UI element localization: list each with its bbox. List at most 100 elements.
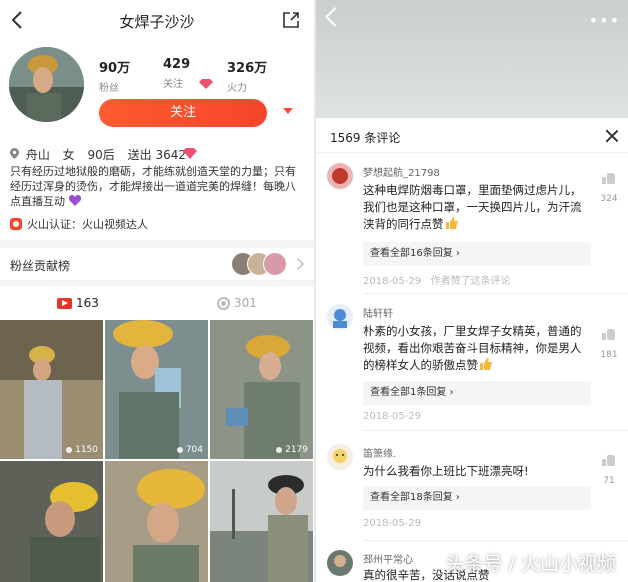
comments-header: 1569 条评论 — [316, 118, 628, 152]
comment-date-value: 2018-05-29 — [363, 276, 422, 287]
follow-button[interactable]: 关注 — [99, 99, 267, 127]
comment-date: 2018-05-29 作者赞了这条评论 — [363, 272, 511, 287]
section-divider — [0, 280, 314, 286]
comment-text: 这种电焊防烟毒口罩，里面垫俩过虑片儿，我们也是这种口罩，一天换四片儿，为汗流浃背… — [363, 182, 585, 233]
stat-value: 326万 — [227, 61, 268, 76]
diamond-icon — [199, 79, 213, 89]
reply-label: 查看全部1条回复 — [370, 387, 447, 398]
stat-fire[interactable]: 326万 火力 — [227, 57, 267, 94]
play-count-icon — [276, 447, 283, 453]
comment-date: 2018-05-29 — [363, 411, 422, 422]
profile-meta: 舟山 女 90后 送出 3642 — [10, 146, 195, 163]
avatar[interactable] — [327, 444, 353, 470]
thumbs-up-emoji-icon — [480, 358, 492, 370]
close-icon[interactable] — [606, 130, 618, 142]
avatar[interactable] — [327, 304, 353, 330]
like-button[interactable]: 324 — [598, 172, 620, 204]
avatar[interactable] — [327, 163, 353, 189]
stat-fans[interactable]: 90万 粉丝 — [99, 57, 130, 94]
play-count: 704 — [176, 445, 203, 455]
thumbs-up-emoji-icon — [445, 217, 458, 229]
play-count-value: 1150 — [75, 445, 98, 455]
video-background — [316, 0, 628, 118]
location-icon — [10, 148, 19, 159]
meta-gender: 女 — [62, 148, 75, 162]
chevron-right-icon[interactable] — [292, 258, 304, 270]
play-count-value: 2179 — [285, 445, 308, 455]
comment-author[interactable]: 笛箫缘. — [363, 445, 396, 460]
comments-screen: ••• 1569 条评论 梦想起航_21798 这种电焊防烟毒口罩，里面垫俩过虑… — [316, 0, 628, 582]
view-replies-button[interactable]: 查看全部1条回复 › — [363, 381, 591, 405]
comment-text: 为什么我看你上班比下班漂亮呀! — [363, 464, 529, 478]
video-thumbnail[interactable] — [105, 461, 208, 582]
comment-author[interactable]: 陆轩轩 — [363, 305, 393, 320]
play-count-value: 704 — [185, 445, 203, 455]
stat-value: 90万 — [99, 61, 131, 76]
video-thumbnail[interactable]: 1150 — [0, 320, 103, 459]
comment-count-title: 1569 条评论 — [330, 131, 401, 145]
like-button[interactable]: 71 — [598, 454, 620, 486]
fans-rank-label[interactable]: 粉丝贡献榜 — [10, 257, 70, 274]
video-icon — [57, 297, 72, 309]
tab-label: 301 — [234, 296, 257, 310]
profile-tabs: 163 301 — [0, 290, 314, 318]
play-count-icon — [176, 447, 183, 453]
video-thumbnail[interactable]: 704 — [105, 320, 208, 459]
reply-label: 查看全部16条回复 — [370, 248, 453, 259]
comment-text: 朴素的小女孩，厂里女焊子女精英，普通的视频，看出你艰苦奋斗目标精神，你是男人的榜… — [363, 323, 585, 374]
bio-text: 只有经历过地狱般的磨砺，才能练就创造天堂的力量；只有经历过浑身的烫伤，才能焊接出… — [10, 165, 296, 208]
record-icon — [217, 296, 230, 310]
video-thumbnail[interactable]: 2179 — [210, 320, 313, 459]
stat-value: 429 — [163, 57, 191, 72]
divider — [363, 430, 628, 431]
watermark: 头条号 / 火山小视频 — [445, 553, 616, 575]
dropdown-arrow-icon[interactable] — [283, 108, 293, 114]
comment-author[interactable]: 邳州平常心 — [363, 551, 413, 566]
profile-bio: 只有经历过地狱般的磨砺，才能练就创造天堂的力量；只有经历过浑身的烫伤，才能焊接出… — [10, 164, 306, 209]
page-title: 女焊子沙沙 — [119, 13, 195, 31]
like-button[interactable]: 181 — [598, 328, 620, 360]
like-count: 324 — [600, 194, 618, 204]
view-replies-button[interactable]: 查看全部18条回复 › — [363, 486, 591, 510]
more-icon[interactable]: ••• — [589, 13, 620, 29]
thumbs-up-icon — [602, 454, 616, 466]
profile-header: 女焊子沙沙 — [0, 0, 314, 40]
divider — [363, 540, 628, 541]
certification-text: 火山认证：火山视频达人 — [27, 218, 148, 231]
divider — [316, 152, 628, 153]
comment-item: 笛箫缘. 为什么我看你上班比下班漂亮呀! 查看全部18条回复 › 2018-05… — [316, 444, 628, 536]
avatar[interactable] — [327, 550, 353, 576]
stat-following[interactable]: 429 关注 — [163, 57, 190, 90]
like-count: 71 — [603, 476, 615, 486]
video-thumbnail[interactable] — [210, 461, 313, 582]
like-count: 181 — [600, 350, 618, 360]
tab-videos[interactable]: 163 — [57, 296, 99, 310]
reply-label: 查看全部18条回复 — [370, 492, 453, 503]
stat-label: 关注 — [163, 79, 183, 90]
purple-heart-icon — [68, 195, 81, 206]
meta-gifts: 送出 3642 — [127, 148, 186, 162]
fan-avatar[interactable] — [263, 252, 287, 276]
tab-records[interactable]: 301 — [217, 296, 257, 310]
comment-author[interactable]: 梦想起航_21798 — [363, 164, 440, 179]
share-icon[interactable] — [281, 10, 301, 30]
avatar[interactable] — [9, 47, 84, 122]
video-grid: 1150 704 2179 — [0, 320, 314, 582]
tab-label: 163 — [76, 296, 99, 310]
video-thumbnail[interactable] — [0, 461, 103, 582]
thumbs-up-icon — [602, 328, 616, 340]
meta-location: 舟山 — [25, 148, 50, 162]
play-count: 1150 — [66, 445, 98, 455]
certification: 火山认证：火山视频达人 — [10, 216, 148, 232]
view-replies-button[interactable]: 查看全部16条回复 › — [363, 242, 591, 266]
section-divider — [0, 240, 314, 248]
comment-date: 2018-05-29 — [363, 518, 422, 529]
certification-icon — [10, 218, 22, 230]
thumbs-up-icon — [602, 172, 616, 184]
comment-body: 这种电焊防烟毒口罩，里面垫俩过虑片儿，我们也是这种口罩，一天换四片儿，为汗流浃背… — [363, 183, 582, 231]
play-count: 2179 — [276, 445, 308, 455]
stat-label: 粉丝 — [99, 83, 119, 94]
play-count-icon — [66, 447, 73, 453]
divider — [363, 293, 628, 294]
profile-screen: 女焊子沙沙 90万 粉丝 429 关注 326万 火力 关注 舟山 女 90后 … — [0, 0, 314, 582]
